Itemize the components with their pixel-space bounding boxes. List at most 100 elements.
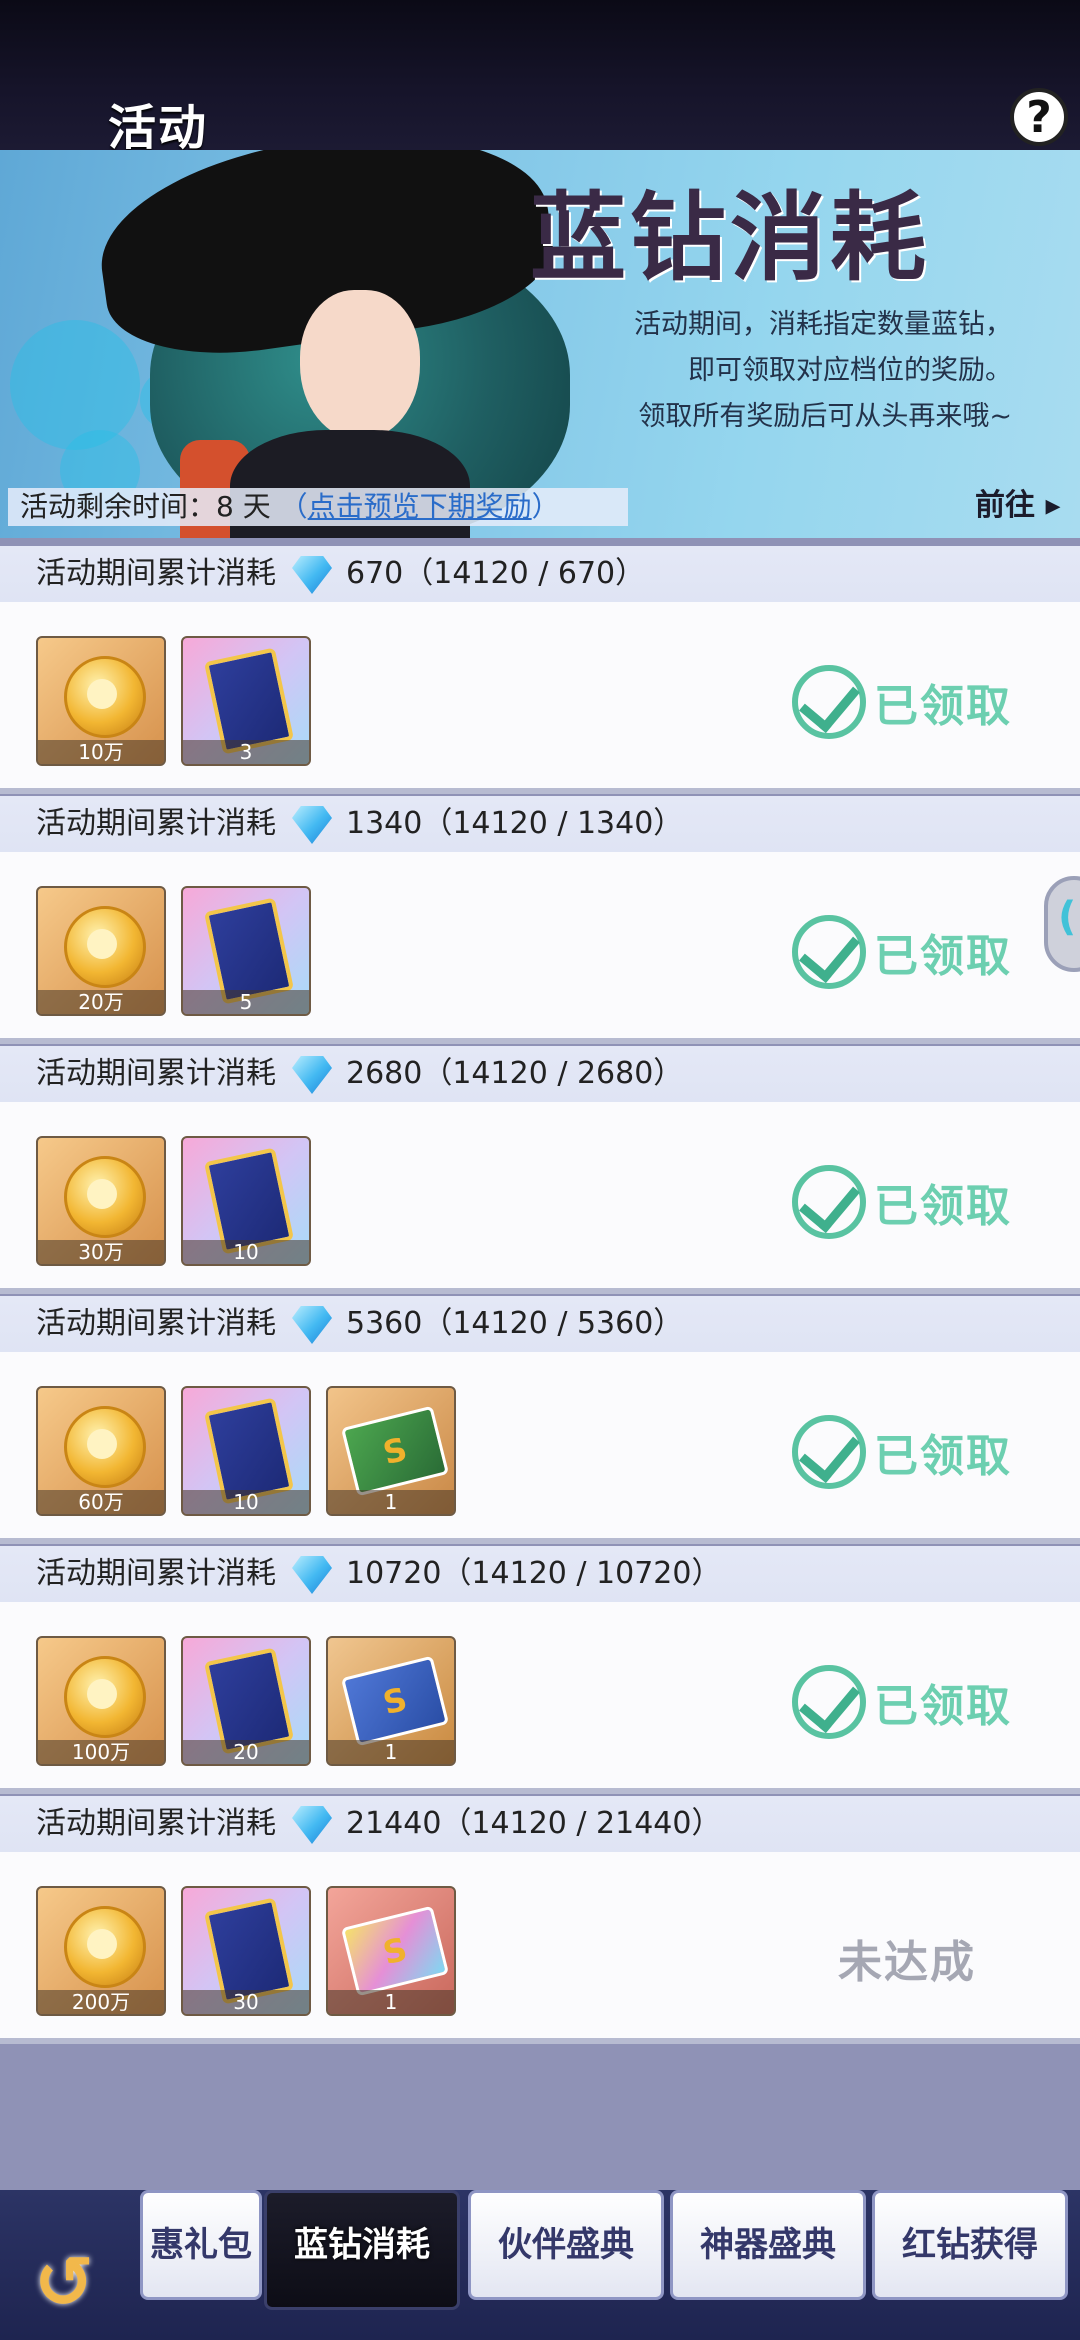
tier-header: 活动期间累计消耗 670（14120 / 670）: [0, 546, 1080, 602]
tier-rewards: 30万 10 已领取: [0, 1102, 1080, 1294]
claimed-label: 已领取: [874, 1431, 1012, 1482]
top-bar: 活动 ?: [0, 0, 1080, 156]
side-pull-handle[interactable]: [1044, 876, 1080, 972]
blue-diamond-icon: [292, 556, 332, 594]
tier-progress: 1340（14120 / 1340）: [346, 806, 684, 841]
blue-diamond-icon: [292, 1556, 332, 1594]
gold-coin-icon: [64, 656, 146, 738]
remaining-time-label: 活动剩余时间：8 天: [20, 490, 271, 523]
reward-gold[interactable]: 100万: [36, 1636, 166, 1766]
reward-gold[interactable]: 30万: [36, 1136, 166, 1266]
banner-description: 活动期间，消耗指定数量蓝钻， 即可领取对应档位的奖励。 领取所有奖励后可从头再来…: [452, 302, 1012, 440]
tab-artifact-festival[interactable]: 神器盛典: [670, 2190, 866, 2300]
summon-card-icon: [204, 1897, 294, 2005]
reward-card[interactable]: 5: [181, 886, 311, 1016]
reward-tier: 活动期间累计消耗 21440（14120 / 21440） 200万 30 S 1 未达成: [0, 1796, 1080, 2044]
reward-count: 10: [183, 1240, 309, 1264]
tier-rewards: 200万 30 S 1 未达成: [0, 1852, 1080, 2044]
tier-header: 活动期间累计消耗 21440（14120 / 21440）: [0, 1796, 1080, 1852]
reward-gold[interactable]: 20万: [36, 886, 166, 1016]
reward-card[interactable]: 3: [181, 636, 311, 766]
tier-rewards: 60万 10 S 1 已领取: [0, 1352, 1080, 1544]
reward-count: 3: [183, 740, 309, 764]
reward-tier: 活动期间累计消耗 2680（14120 / 2680） 30万 10 已领取: [0, 1046, 1080, 1294]
reward-count: 200万: [38, 1990, 164, 2014]
blue-diamond-icon: [292, 1306, 332, 1344]
reward-ticket[interactable]: S1: [326, 1886, 456, 2016]
summon-card-icon: [204, 897, 294, 1005]
ticket-icon: S: [340, 1405, 450, 1497]
reward-count: 10: [183, 1490, 309, 1514]
tier-header: 活动期间累计消耗 10720（14120 / 10720）: [0, 1546, 1080, 1602]
claimed-status: 已领取: [792, 1410, 1032, 1494]
reward-card[interactable]: 20: [181, 1636, 311, 1766]
reward-gold[interactable]: 60万: [36, 1386, 166, 1516]
back-arrow-icon[interactable]: ↺: [28, 2230, 118, 2324]
reward-count: 1: [328, 1740, 454, 1764]
gold-coin-icon: [64, 1406, 146, 1488]
reward-count: 30万: [38, 1240, 164, 1264]
tier-header: 活动期间累计消耗 1340（14120 / 1340）: [0, 796, 1080, 852]
reward-count: 10万: [38, 740, 164, 764]
reward-count: 100万: [38, 1740, 164, 1764]
summon-card-icon: [204, 1147, 294, 1255]
reward-ticket[interactable]: S1: [326, 1636, 456, 1766]
reward-tier: 活动期间累计消耗 5360（14120 / 5360） 60万 10 S 1 已领取: [0, 1296, 1080, 1544]
tab-discount-pack[interactable]: 惠礼包: [140, 2190, 262, 2300]
reward-count: 5: [183, 990, 309, 1014]
tier-progress: 670（14120 / 670）: [346, 556, 646, 591]
blue-diamond-icon: [292, 1056, 332, 1094]
banner-desc-line: 活动期间，消耗指定数量蓝钻，: [634, 309, 1012, 340]
page-title: 活动: [108, 100, 209, 156]
claimed-status: 已领取: [792, 660, 1032, 744]
tier-label: 活动期间累计消耗: [36, 1056, 276, 1091]
tier-rewards: 100万 20 S 1 已领取: [0, 1602, 1080, 1794]
reward-card[interactable]: 10: [181, 1386, 311, 1516]
reward-card[interactable]: 30: [181, 1886, 311, 2016]
unreached-status: 未达成: [838, 1937, 976, 1988]
bottom-tab-bar: ↺ 惠礼包 蓝钻消耗 伙伴盛典 神器盛典 红钻获得: [0, 2190, 1080, 2340]
check-icon: [792, 1415, 866, 1489]
tier-header: 活动期间累计消耗 5360（14120 / 5360）: [0, 1296, 1080, 1352]
tier-progress: 10720（14120 / 10720）: [346, 1556, 722, 1591]
tier-progress: 2680（14120 / 2680）: [346, 1056, 684, 1091]
banner-desc-line: 即可领取对应档位的奖励。: [688, 355, 1012, 386]
reward-card[interactable]: 10: [181, 1136, 311, 1266]
blue-diamond-icon: [292, 1806, 332, 1844]
tier-label: 活动期间累计消耗: [36, 1806, 276, 1841]
ticket-icon: S: [340, 1905, 450, 1997]
summon-card-icon: [204, 647, 294, 755]
remaining-time-bar: 活动剩余时间：8 天 （点击预览下期奖励）: [8, 488, 628, 526]
reward-count: 1: [328, 1490, 454, 1514]
claimed-label: 已领取: [874, 931, 1012, 982]
help-icon[interactable]: ?: [1010, 88, 1068, 146]
gold-coin-icon: [64, 1906, 146, 1988]
gold-coin-icon: [64, 1656, 146, 1738]
check-icon: [792, 665, 866, 739]
reward-count: 1: [328, 1990, 454, 2014]
tier-label: 活动期间累计消耗: [36, 1306, 276, 1341]
preview-next-rewards-link[interactable]: 点击预览下期奖励: [308, 490, 532, 523]
reward-gold[interactable]: 10万: [36, 636, 166, 766]
claimed-status: 已领取: [792, 910, 1032, 994]
reward-tier: 活动期间累计消耗 670（14120 / 670） 10万 3 已领取: [0, 546, 1080, 794]
check-icon: [792, 1165, 866, 1239]
reward-tier: 活动期间累计消耗 10720（14120 / 10720） 100万 20 S 1 已领取: [0, 1546, 1080, 1794]
gold-coin-icon: [64, 906, 146, 988]
tier-progress: 21440（14120 / 21440）: [346, 1806, 722, 1841]
tab-red-diamond-gain[interactable]: 红钻获得: [872, 2190, 1068, 2300]
banner-desc-line: 领取所有奖励后可从头再来哦~: [638, 401, 1012, 432]
tier-header: 活动期间累计消耗 2680（14120 / 2680）: [0, 1046, 1080, 1102]
reward-count: 30: [183, 1990, 309, 2014]
reward-count: 20: [183, 1740, 309, 1764]
tab-partner-festival[interactable]: 伙伴盛典: [468, 2190, 664, 2300]
tab-blue-diamond-consume[interactable]: 蓝钻消耗: [264, 2190, 460, 2310]
check-icon: [792, 915, 866, 989]
reward-count: 60万: [38, 1490, 164, 1514]
reward-gold[interactable]: 200万: [36, 1886, 166, 2016]
goto-button[interactable]: 前往 ▸: [975, 480, 1061, 524]
claimed-label: 已领取: [874, 681, 1012, 732]
tier-label: 活动期间累计消耗: [36, 556, 276, 591]
tier-rewards: 10万 3 已领取: [0, 602, 1080, 794]
reward-ticket[interactable]: S1: [326, 1386, 456, 1516]
